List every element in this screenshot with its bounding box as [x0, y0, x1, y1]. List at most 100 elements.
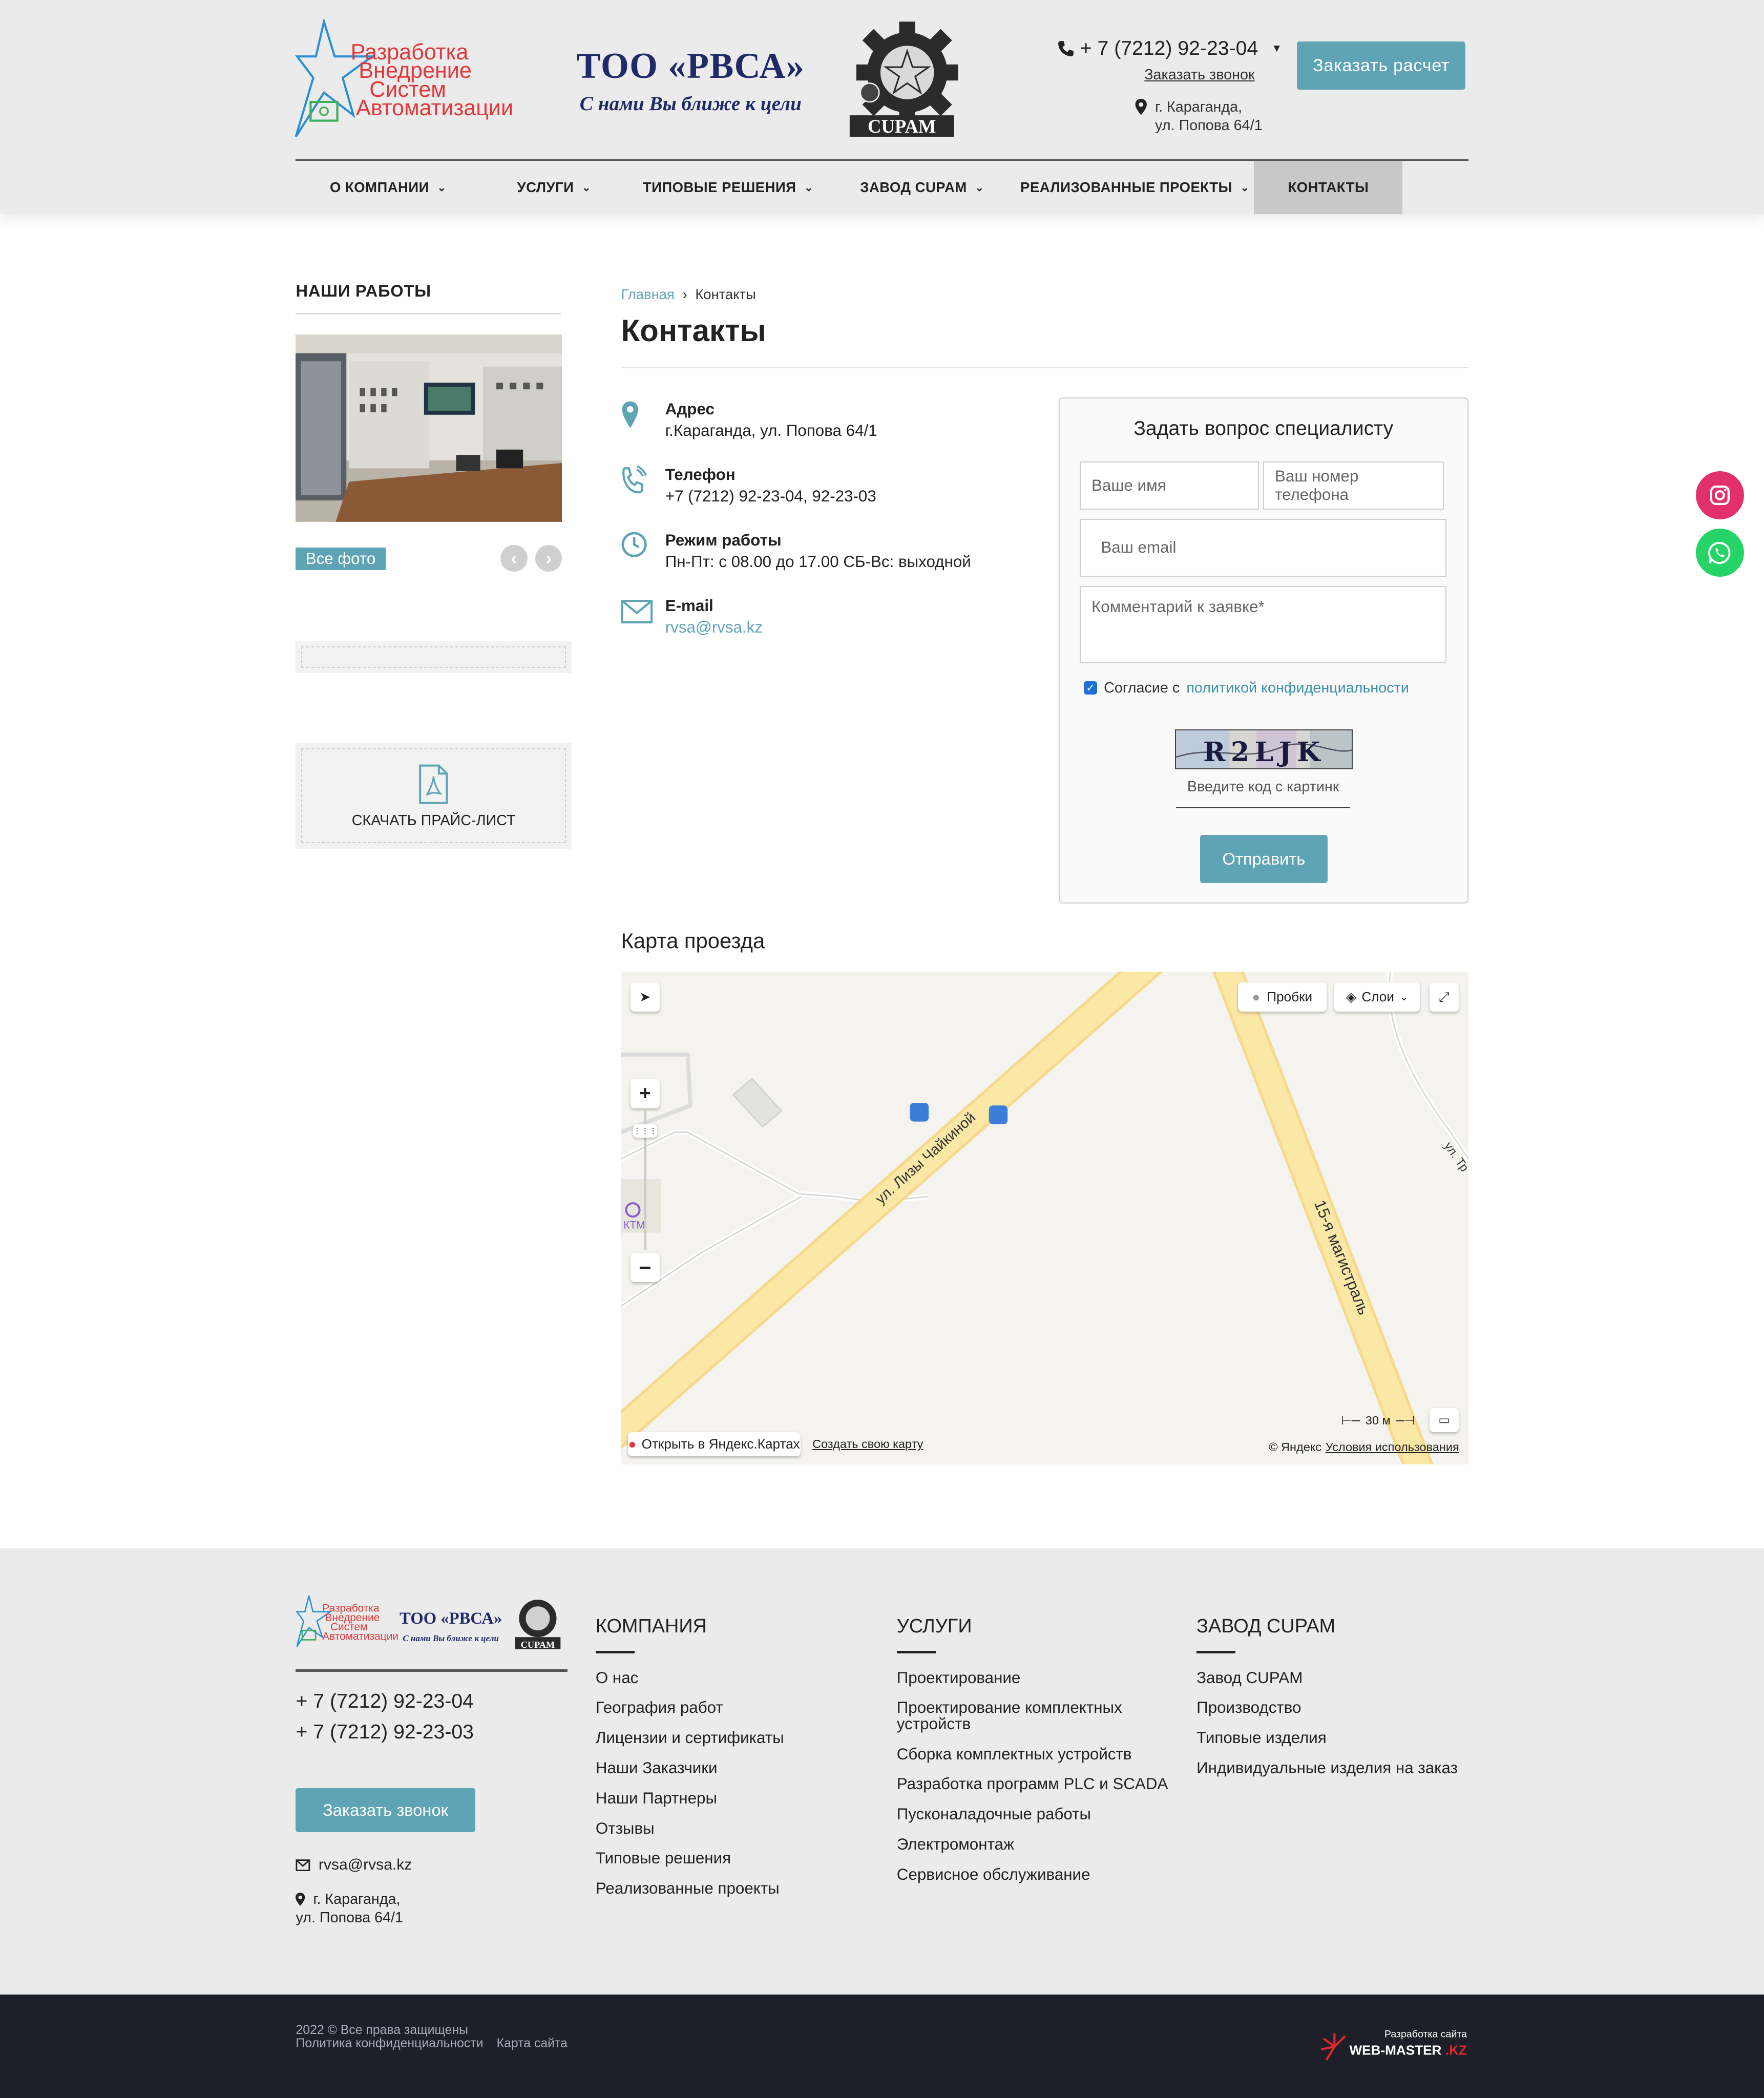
footer-link[interactable]: Индивидуальные изделия на заказ [1196, 1760, 1478, 1776]
divider [296, 313, 561, 315]
map-canvas: ул. Лизы Чайкиной 15-я магистраль ул. Тр… [621, 972, 1468, 1464]
terms-link[interactable]: Условия использования [1326, 1440, 1459, 1454]
nav-item-services[interactable]: УСЛУГИ ⌄ [480, 161, 627, 215]
zoom-out-button[interactable]: − [630, 1252, 660, 1283]
footer-company-slogan: С нами Вы ближе к цели [403, 1633, 499, 1643]
instagram-button[interactable] [1695, 471, 1744, 519]
page-title: Контакты [621, 313, 766, 348]
geolocation-icon[interactable]: ➤ [630, 982, 660, 1012]
captcha-input[interactable]: Введите код с картинк [1176, 779, 1350, 808]
footer-link[interactable]: Пусконаладочные работы [897, 1806, 1171, 1822]
phone-field[interactable]: Ваш номер телефона [1263, 461, 1444, 510]
scale-label: 30 м [1365, 1413, 1391, 1427]
nav-item-cupam[interactable]: ЗАВОД CUPAM ⌄ [828, 161, 1016, 215]
company-brand: ТОО «РВСА» С нами Вы ближе к цели [557, 46, 825, 115]
whatsapp-button[interactable] [1695, 529, 1744, 577]
open-yandex-label: Открыть в Яндекс.Картах [641, 1436, 800, 1452]
nav-label: КОНТАКТЫ [1288, 179, 1369, 196]
footer-link[interactable]: Наши Заказчики [596, 1760, 864, 1776]
all-photos-button[interactable]: Все фото [296, 547, 386, 571]
map-pin-icon: ● [628, 1436, 637, 1452]
chevron-down-icon: ⌄ [582, 181, 592, 194]
header-phone[interactable]: + 7 (7212) 92-23-04 ▼ [1057, 37, 1285, 60]
footer-company-name: ТОО «РВСА» [400, 1609, 502, 1628]
footer-link[interactable]: Сборка комплектных устройств [897, 1746, 1171, 1762]
ruler-icon[interactable]: ▭ [1429, 1408, 1459, 1432]
cupam-label: CUPAM [521, 1640, 555, 1650]
breadcrumb-home-link[interactable]: Главная [621, 286, 674, 302]
sitemap-link[interactable]: Карта сайта [497, 2037, 568, 2050]
bottom-bar [0, 1994, 1764, 2098]
page: Разработка Внедрение Систем Автоматизаци… [0, 0, 1764, 2098]
cupam-logo: CUPAM [846, 19, 969, 139]
comment-field[interactable]: Комментарий к заявке* [1080, 585, 1447, 664]
download-pricelist-card[interactable]: СКАЧАТЬ ПРАЙС-ЛИСТ [296, 743, 572, 849]
nav-item-contacts[interactable]: КОНТАКТЫ [1254, 160, 1403, 215]
zoom-handle[interactable]: ⋮⋮⋮ [633, 1124, 658, 1138]
name-field[interactable]: Ваше имя [1080, 461, 1259, 510]
footer-link[interactable]: Разработка программ PLC и SCADA [897, 1776, 1171, 1792]
footer-link[interactable]: Реализованные проекты [596, 1880, 864, 1896]
logo-line: Автоматизации [356, 96, 514, 121]
copyright-text: © Яндекс [1269, 1440, 1322, 1454]
web-master-logo: Разработка сайта WEB-MASTER .KZ [1320, 2028, 1467, 2061]
order-calculation-button[interactable]: Заказать расчет [1297, 41, 1466, 90]
footer-links: Проектирование Проектирование комплектны… [897, 1670, 1171, 1883]
breadcrumb: Главная › Контакты [621, 286, 755, 303]
footer-link[interactable]: География работ [596, 1700, 864, 1715]
rvsa-logo[interactable]: Разработка Внедрение Систем Автоматизаци… [295, 18, 524, 139]
nav-item-solutions[interactable]: ТИПОВЫЕ РЕШЕНИЯ ⌄ [628, 161, 829, 215]
open-in-yandex-link[interactable]: ● Открыть в Яндекс.Картах [627, 1432, 801, 1457]
zoom-in-button[interactable]: + [630, 1079, 660, 1108]
footer-logo[interactable]: Разработка Внедрение Систем Автоматизаци… [296, 1593, 563, 1653]
footer-link[interactable]: Типовые решения [596, 1850, 864, 1866]
footer-email[interactable]: rvsa@rvsa.kz [296, 1856, 412, 1874]
nav-label: О КОМПАНИИ [330, 179, 429, 196]
developer-credit[interactable]: Разработка сайта WEB-MASTER .KZ [1318, 2025, 1468, 2068]
footer-link[interactable]: Сервисное обслуживание [897, 1866, 1171, 1882]
footer-link[interactable]: Производство [1196, 1700, 1478, 1715]
footer-phone[interactable]: + 7 (7212) 92-23-03 [296, 1721, 473, 1744]
next-arrow-icon[interactable]: › [535, 544, 562, 572]
footer-link[interactable]: Проектирование комплектных устройств [897, 1700, 1171, 1732]
submit-button[interactable]: Отправить [1200, 834, 1328, 883]
traffic-button[interactable]: ● Пробки [1238, 982, 1327, 1012]
works-photo[interactable] [296, 334, 562, 522]
control-room-photo [296, 334, 562, 522]
privacy-policy-link[interactable]: Политика конфиденциальности [296, 2037, 483, 2050]
email-field[interactable]: Ваш email [1080, 519, 1447, 577]
footer-phone[interactable]: + 7 (7212) 92-23-04 [296, 1690, 473, 1713]
nav-item-projects[interactable]: РЕАЛИЗОВАННЫЕ ПРОЕКТЫ ⌄ [1016, 161, 1254, 215]
yandex-map[interactable]: ул. Лизы Чайкиной 15-я магистраль ул. Тр… [621, 972, 1468, 1464]
prev-arrow-icon[interactable]: ‹ [500, 544, 528, 572]
footer-link[interactable]: Отзывы [596, 1820, 864, 1836]
email-link[interactable]: rvsa@rvsa.kz [665, 618, 763, 637]
footer-link[interactable]: Наши Партнеры [596, 1790, 864, 1806]
contact-label: Телефон [665, 466, 736, 484]
consent-checkbox[interactable]: ✓ [1083, 681, 1098, 695]
footer-link[interactable]: Завод CUPAM [1196, 1670, 1478, 1686]
question-form: Задать вопрос специалисту Ваше имя Ваш н… [1058, 397, 1468, 904]
captcha-image: R2LJK [1174, 729, 1353, 769]
sidebar-banner[interactable] [296, 641, 572, 674]
chevron-down-icon[interactable]: ▼ [1271, 43, 1282, 55]
create-map-link[interactable]: Создать свою карту [812, 1437, 923, 1451]
envelope-icon [296, 1859, 310, 1871]
footer-logo-graphic: Разработка Внедрение Систем Автоматизаци… [296, 1595, 561, 1650]
footer-link[interactable]: Лицензии и сертификаты [596, 1730, 864, 1746]
footer-link[interactable]: Электромонтаж [897, 1836, 1171, 1852]
footer-link[interactable]: Типовые изделия [1196, 1730, 1478, 1746]
footer-link[interactable]: О нас [596, 1670, 864, 1686]
banner-frame [301, 646, 566, 668]
form-title: Задать вопрос специалисту [1133, 417, 1394, 439]
callback-link[interactable]: Заказать звонок [1144, 67, 1254, 83]
footer-email-text: rvsa@rvsa.kz [318, 1856, 412, 1874]
nav-item-about[interactable]: О КОМПАНИИ ⌄ [296, 161, 480, 215]
privacy-policy-link[interactable]: политикой конфиденциальности [1186, 680, 1409, 697]
fullscreen-icon[interactable]: ⤢ [1429, 982, 1459, 1012]
layers-button[interactable]: ◈ Слои ⌄ [1334, 982, 1420, 1012]
phone-icon [622, 466, 647, 494]
footer-callback-button[interactable]: Заказать звонок [296, 1788, 475, 1833]
captcha-graphic: R2LJK [1175, 730, 1352, 768]
footer-link[interactable]: Проектирование [897, 1670, 1171, 1686]
